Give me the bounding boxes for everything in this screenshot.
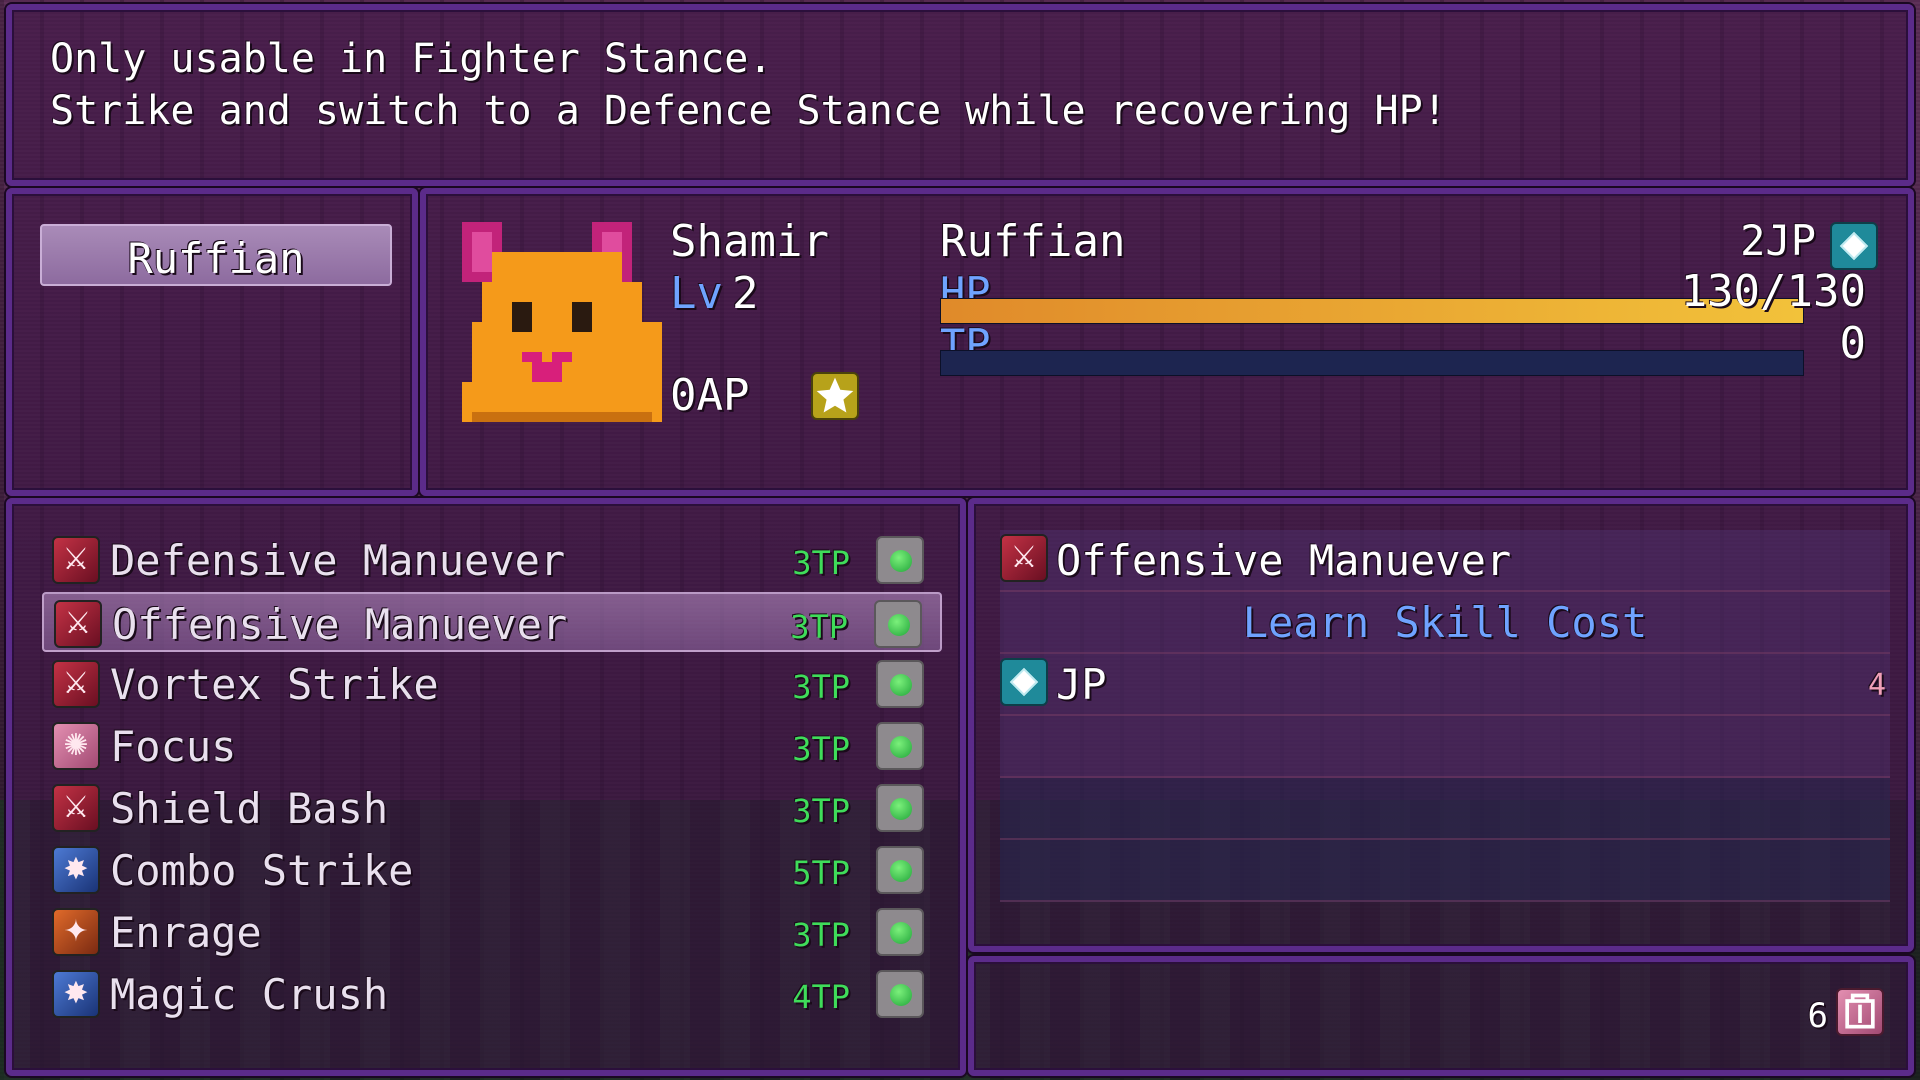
skill-info-window: ⚔ Offensive Manuever Learn Skill Cost JP…	[968, 498, 1914, 952]
info-empty-row	[1000, 840, 1890, 902]
skill-list-item[interactable]: ✺ Focus 3TP	[42, 716, 942, 776]
green-orb-icon	[876, 846, 924, 894]
info-empty-row	[1000, 778, 1890, 840]
star-icon	[811, 372, 859, 420]
help-line-1: Only usable in Fighter Stance.	[50, 36, 773, 82]
footer-count: 6	[1807, 996, 1828, 1036]
green-orb-icon	[876, 722, 924, 770]
skill-list-item[interactable]: ✸ Combo Strike 5TP	[42, 840, 942, 900]
skill-list-item[interactable]: ⚔ Offensive Manuever 3TP	[42, 592, 942, 652]
hp-bar	[940, 298, 1804, 324]
sword-slash-icon: ⚔	[52, 784, 100, 832]
skill-name: Enrage	[110, 908, 262, 957]
skill-name: Combo Strike	[110, 846, 414, 895]
green-orb-icon	[876, 536, 924, 584]
sparkle-icon: ✺	[52, 722, 100, 770]
bag-icon	[1836, 988, 1884, 1036]
jp-diamond-icon	[1000, 658, 1048, 706]
class-item-ruffian[interactable]: Ruffian	[40, 224, 392, 286]
skill-cost: 3TP	[792, 668, 850, 706]
hp-bar-fill	[941, 299, 1803, 323]
skill-list-item[interactable]: ✦ Enrage 3TP	[42, 902, 942, 962]
help-line-2: Strike and switch to a Defence Stance wh…	[50, 88, 1447, 134]
skill-name: Defensive Manuever	[110, 536, 566, 585]
cost-label: JP	[1056, 660, 1107, 709]
class-item-label: Ruffian	[127, 234, 305, 283]
skill-list-item[interactable]: ✸ Magic Crush 4TP	[42, 964, 942, 1024]
skill-cost: 3TP	[792, 544, 850, 582]
actor-class: Ruffian	[940, 216, 1126, 267]
info-skill-row: ⚔ Offensive Manuever	[1000, 530, 1890, 592]
burst-icon: ✸	[52, 846, 100, 894]
sword-slash-icon: ⚔	[52, 536, 100, 584]
skill-cost: 3TP	[792, 916, 850, 954]
skill-cost: 4TP	[792, 978, 850, 1016]
skill-cost: 5TP	[792, 854, 850, 892]
green-orb-icon	[876, 970, 924, 1018]
skill-list-window: ⚔ Defensive Manuever 3TP ⚔ Offensive Manueve…	[6, 498, 966, 1076]
actor-status-window: Shamir Lv 2 0AP Ruffian 2JP HP 130/130 T…	[420, 188, 1914, 496]
skill-list-item[interactable]: ⚔ Shield Bash 3TP	[42, 778, 942, 838]
footer-window: 6	[968, 956, 1914, 1076]
skill-cost: 3TP	[792, 730, 850, 768]
help-window: Only usable in Fighter Stance. Strike an…	[6, 4, 1914, 186]
skill-name: Vortex Strike	[110, 660, 439, 709]
skill-name: Focus	[110, 722, 237, 771]
jp-diamond-icon	[1830, 222, 1878, 270]
green-orb-icon	[876, 660, 924, 708]
jp-value: 2JP	[1740, 216, 1816, 265]
skill-cost: 3TP	[792, 792, 850, 830]
level-value: 2	[732, 268, 759, 319]
burst-icon: ✸	[52, 970, 100, 1018]
skill-name: Magic Crush	[110, 970, 389, 1019]
cost-value: 4	[1867, 668, 1886, 703]
actor-name: Shamir	[670, 216, 829, 267]
info-skill-name: Offensive Manuever	[1056, 536, 1512, 585]
green-orb-icon	[876, 784, 924, 832]
green-orb-icon	[876, 908, 924, 956]
hp-value: 130/130	[1680, 266, 1866, 317]
slime-portrait	[462, 222, 662, 422]
skill-name: Offensive Manuever	[112, 600, 568, 649]
skill-name: Shield Bash	[110, 784, 389, 833]
tp-bar	[940, 350, 1804, 376]
tp-value: 0	[1839, 318, 1867, 369]
sword-slash-icon: ⚔	[54, 600, 102, 648]
ap-value: 0AP	[670, 370, 750, 421]
info-header-row: Learn Skill Cost	[1000, 592, 1890, 654]
skill-list-item[interactable]: ⚔ Defensive Manuever 3TP	[42, 530, 942, 590]
sword-slash-icon: ⚔	[52, 660, 100, 708]
skill-cost: 3TP	[790, 608, 848, 646]
green-orb-icon	[874, 600, 922, 648]
fox-face-icon: ✦	[52, 908, 100, 956]
level-label: Lv	[670, 268, 723, 319]
info-cost-row: JP 4	[1000, 654, 1890, 716]
learn-skill-cost-header: Learn Skill Cost	[1242, 598, 1648, 647]
class-list-window: Ruffian	[6, 188, 418, 496]
skill-list-item[interactable]: ⚔ Vortex Strike 3TP	[42, 654, 942, 714]
info-empty-row	[1000, 716, 1890, 778]
sword-slash-icon: ⚔	[1000, 534, 1048, 582]
